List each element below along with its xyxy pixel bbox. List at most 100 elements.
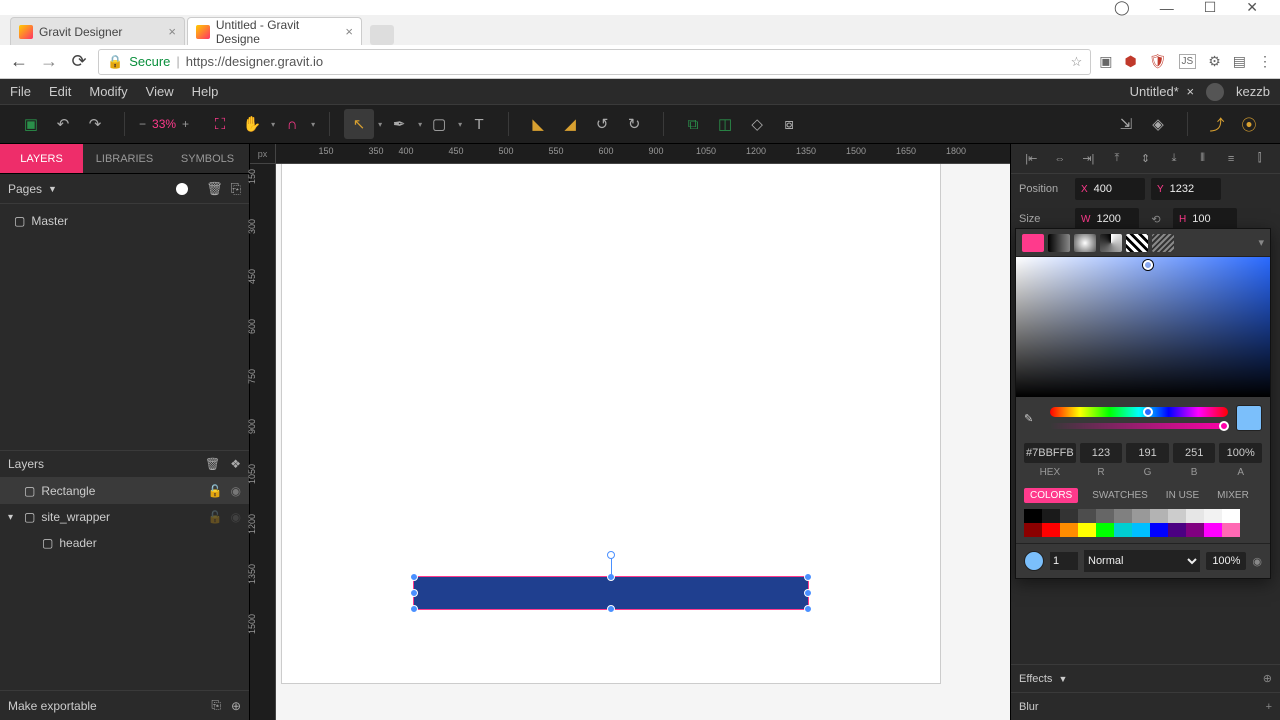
page-visibility-toggle[interactable] (176, 183, 188, 195)
swatch[interactable] (1078, 509, 1096, 523)
effects-section[interactable]: Effects ▼ ⊕ (1011, 664, 1280, 692)
menu-file[interactable]: File (10, 84, 31, 99)
pos-x-field[interactable]: X400 (1075, 178, 1145, 200)
selected-rectangle[interactable] (413, 576, 809, 610)
redo-button[interactable]: ↷ (80, 109, 110, 139)
a-field[interactable]: 100% (1219, 443, 1262, 463)
hue-slider[interactable] (1050, 407, 1228, 417)
trash-icon[interactable]: 🗑 (205, 457, 220, 471)
swatch[interactable] (1150, 509, 1168, 523)
rotate-ccw-button[interactable]: ↺ (587, 109, 617, 139)
ruler-horizontal[interactable]: 1503504004505005506009001050120013501500… (276, 144, 1010, 164)
ext-icon[interactable]: JS (1179, 54, 1197, 69)
menu-edit[interactable]: Edit (49, 84, 71, 99)
fill-linear[interactable] (1048, 234, 1070, 252)
snap-tool[interactable]: ∩ (277, 109, 307, 139)
shape-tool[interactable]: ▢ (424, 109, 454, 139)
fill-pattern[interactable] (1126, 234, 1148, 252)
forward-button[interactable]: → (38, 51, 60, 72)
browser-tab-1[interactable]: Gravit Designer × (10, 17, 185, 45)
swatch[interactable] (1168, 523, 1186, 537)
username[interactable]: kezzb (1236, 84, 1270, 99)
compound-button[interactable]: ⧇ (774, 109, 804, 139)
page-item-master[interactable]: ▢ Master (8, 210, 241, 232)
menu-help[interactable]: Help (192, 84, 219, 99)
tab-close-icon[interactable]: × (345, 24, 353, 39)
new-tab-button[interactable] (370, 25, 394, 45)
tab-close-icon[interactable]: × (168, 24, 176, 39)
swatch[interactable] (1096, 523, 1114, 537)
back-button[interactable]: ← (8, 51, 30, 72)
url-field[interactable]: 🔒 Secure | https://designer.gravit.io ☆ (98, 49, 1091, 75)
swatch[interactable] (1132, 523, 1150, 537)
zoom-in-button[interactable]: + (182, 117, 189, 131)
alpha-slider[interactable] (1050, 423, 1228, 429)
align-bottom-icon[interactable]: ⤓ (1163, 148, 1185, 170)
account-icon[interactable]: ◯ (1114, 0, 1130, 16)
tab-mixer[interactable]: MIXER (1213, 488, 1253, 503)
align-center-v-icon[interactable]: ⇕ (1134, 148, 1156, 170)
maximize-icon[interactable]: ☐ (1204, 0, 1217, 16)
ext-icon[interactable]: ⬢ (1125, 53, 1137, 70)
swatch[interactable] (1114, 523, 1132, 537)
pointer-tool[interactable]: ↖ (344, 109, 374, 139)
swatch[interactable] (1078, 523, 1096, 537)
fit-button[interactable]: ⛶ (205, 109, 235, 139)
swatch[interactable] (1060, 509, 1078, 523)
chevron-down-icon[interactable]: ▾ (1258, 236, 1264, 249)
link-icon[interactable]: ⟲ (1145, 213, 1167, 226)
opacity-value-field[interactable] (1050, 552, 1078, 570)
zoom-control[interactable]: − 33% + (131, 117, 197, 131)
ext-icon[interactable]: ▣ (1099, 53, 1112, 70)
rotate-cw-button[interactable]: ↻ (619, 109, 649, 139)
fill-noise[interactable] (1152, 234, 1174, 252)
chevron-down-icon[interactable]: ▼ (1058, 674, 1067, 684)
symbols-button[interactable]: ◈ (1143, 109, 1173, 139)
layers-icon[interactable]: ❖ (230, 457, 241, 471)
r-field[interactable]: 123 (1080, 443, 1123, 463)
swatch[interactable] (1222, 509, 1240, 523)
swatch[interactable] (1186, 509, 1204, 523)
align-top-icon[interactable]: ⤒ (1106, 148, 1128, 170)
reload-button[interactable]: ⟳ (68, 51, 90, 72)
save-button[interactable]: ▣ (16, 109, 46, 139)
swatch[interactable] (1168, 509, 1186, 523)
minimize-icon[interactable]: — (1160, 0, 1174, 16)
browser-menu-icon[interactable]: ⋮ (1258, 53, 1272, 70)
swatch[interactable] (1042, 523, 1060, 537)
star-icon[interactable]: ☆ (1071, 54, 1083, 70)
lock-icon[interactable]: 🔓 (208, 510, 223, 524)
fill-radial[interactable] (1074, 234, 1096, 252)
tab-inuse[interactable]: IN USE (1162, 488, 1203, 503)
browser-tab-2[interactable]: Untitled - Gravit Designe × (187, 17, 362, 45)
blur-section[interactable]: Blur + (1011, 692, 1280, 720)
close-window-icon[interactable]: ✕ (1246, 0, 1258, 16)
fill-swatch[interactable] (1024, 551, 1044, 571)
export-button[interactable]: ⤴ (1202, 109, 1232, 139)
eye-icon[interactable]: ◉ (231, 484, 241, 498)
distribute-spacing-icon[interactable]: ⫿ (1249, 148, 1271, 170)
flip-v-button[interactable]: ◢ (555, 109, 585, 139)
distribute-v-icon[interactable]: ≡ (1220, 148, 1242, 170)
ext-icon[interactable]: ▤ (1233, 53, 1246, 70)
tab-symbols[interactable]: SYMBOLS (166, 144, 249, 173)
path-button[interactable]: ◇ (742, 109, 772, 139)
hex-field[interactable]: #7BBFFB (1024, 443, 1076, 463)
mask-button[interactable]: ◫ (710, 109, 740, 139)
ext-icon[interactable]: ⚙ (1208, 53, 1221, 70)
present-button[interactable]: ⦿ (1234, 109, 1264, 139)
layer-item-site-wrapper[interactable]: ▾ ▢ site_wrapper 🔓 ◉ (0, 504, 249, 530)
flip-h-button[interactable]: ◣ (523, 109, 553, 139)
menu-view[interactable]: View (146, 84, 174, 99)
swatch[interactable] (1024, 509, 1042, 523)
swatch[interactable] (1024, 523, 1042, 537)
eye-icon[interactable]: ◉ (231, 510, 241, 524)
layer-item-header[interactable]: ▢ header (0, 530, 249, 556)
swatch[interactable] (1150, 523, 1168, 537)
document-tab[interactable]: Untitled* × (1130, 84, 1194, 99)
make-exportable-label[interactable]: Make exportable (8, 699, 97, 713)
color-sv-area[interactable] (1016, 257, 1270, 397)
swatch[interactable] (1186, 523, 1204, 537)
b-field[interactable]: 251 (1173, 443, 1216, 463)
swatch[interactable] (1096, 509, 1114, 523)
